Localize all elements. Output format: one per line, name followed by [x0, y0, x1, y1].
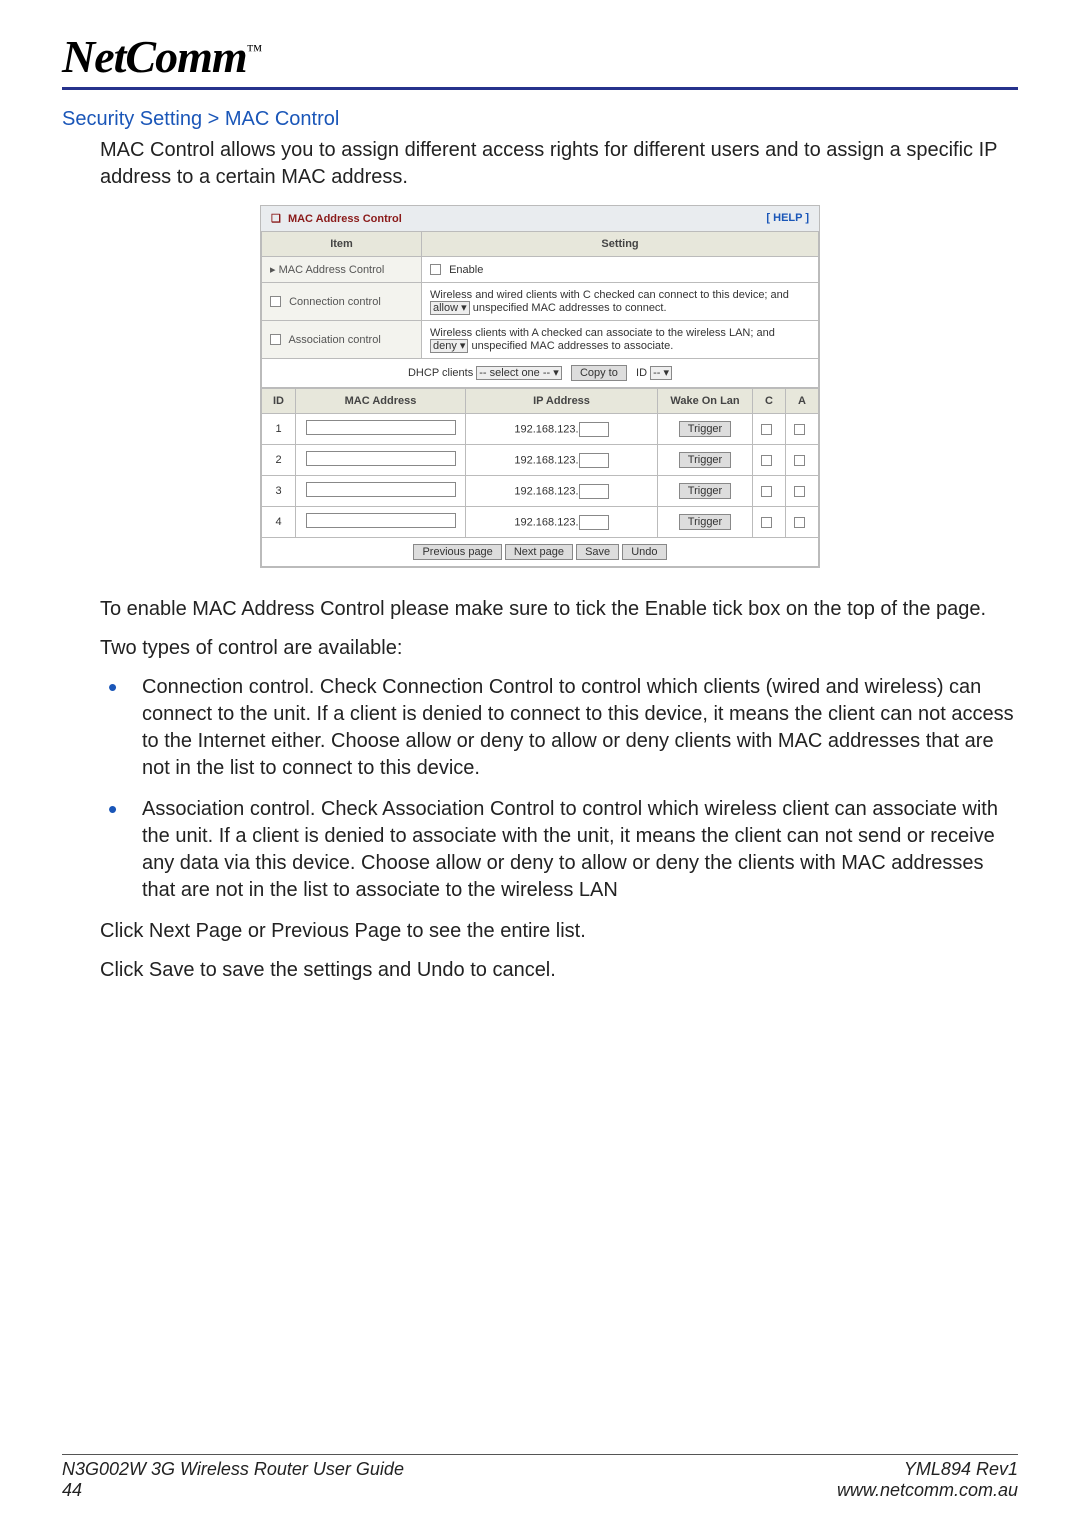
dhcp-clients-row: DHCP clients -- select one -- ▾ Copy to … — [262, 359, 819, 388]
save-button[interactable]: Save — [576, 544, 619, 560]
th-c: C — [753, 389, 786, 414]
row-association-control-setting: Wireless clients with A checked can asso… — [422, 321, 819, 359]
col-item-header: Item — [262, 232, 422, 257]
association-control-text: Association control — [288, 334, 380, 346]
trigger-button[interactable]: Trigger — [679, 421, 731, 437]
trademark-icon: ™ — [247, 43, 262, 60]
ip-prefix: 192.168.123. — [514, 454, 578, 466]
dhcp-id-select[interactable]: -- ▾ — [650, 366, 672, 380]
assoc-ctrl-line2: unspecified MAC addresses to associate. — [472, 340, 674, 352]
footer-page-number: 44 — [62, 1480, 82, 1501]
connection-control-checkbox[interactable] — [270, 296, 281, 307]
ip-prefix: 192.168.123. — [514, 516, 578, 528]
ip-input[interactable] — [579, 515, 609, 530]
ip-prefix: 192.168.123. — [514, 423, 578, 435]
footer-right-rev: YML894 Rev1 — [904, 1459, 1018, 1480]
association-control-checkbox[interactable] — [270, 334, 281, 345]
ip-prefix: 192.168.123. — [514, 485, 578, 497]
conn-ctrl-select[interactable]: allow ▾ — [430, 301, 470, 315]
c-checkbox[interactable] — [761, 424, 772, 435]
header-logo-row: NetComm™ — [62, 30, 1018, 90]
trigger-button[interactable]: Trigger — [679, 452, 731, 468]
row-association-control-label: Association control — [262, 321, 422, 359]
row-connection-control-label: Connection control — [262, 283, 422, 321]
conn-ctrl-line1: Wireless and wired clients with C checke… — [430, 289, 789, 301]
undo-button[interactable]: Undo — [622, 544, 666, 560]
mac-input[interactable] — [306, 420, 456, 435]
copy-to-button[interactable]: Copy to — [571, 365, 627, 381]
cell-id: 3 — [262, 476, 296, 507]
para-nextprev: Click Next Page or Previous Page to see … — [100, 918, 1018, 945]
mac-input[interactable] — [306, 482, 456, 497]
para-types: Two types of control are available: — [100, 635, 1018, 662]
dhcp-label: DHCP clients — [408, 367, 473, 379]
th-id: ID — [262, 389, 296, 414]
intro-paragraph: MAC Control allows you to assign differe… — [100, 137, 1018, 191]
cell-id: 4 — [262, 507, 296, 538]
ip-input[interactable] — [579, 484, 609, 499]
c-checkbox[interactable] — [761, 486, 772, 497]
page-footer: N3G002W 3G Wireless Router User Guide YM… — [62, 1454, 1018, 1501]
connection-control-text: Connection control — [289, 296, 381, 308]
enable-label: Enable — [449, 264, 483, 276]
table-row: 2 192.168.123. Trigger — [262, 445, 819, 476]
mac-control-panel: ❏ MAC Address Control [ HELP ] Item Sett… — [260, 205, 820, 568]
panel-title-bar: ❏ MAC Address Control [ HELP ] — [261, 206, 819, 231]
table-row: 4 192.168.123. Trigger — [262, 507, 819, 538]
dhcp-select[interactable]: -- select one -- ▾ — [476, 366, 562, 380]
th-mac: MAC Address — [296, 389, 466, 414]
bullet-list: Connection control. Check Connection Con… — [100, 674, 1018, 904]
bullet-connection: Connection control. Check Connection Con… — [100, 674, 1018, 782]
th-a: A — [786, 389, 819, 414]
trigger-button[interactable]: Trigger — [679, 514, 731, 530]
brand-logo: NetComm™ — [62, 31, 261, 82]
footer-url: www.netcomm.com.au — [837, 1480, 1018, 1501]
bullet-association: Association control. Check Association C… — [100, 796, 1018, 904]
row-connection-control-setting: Wireless and wired clients with C checke… — [422, 283, 819, 321]
cell-id: 2 — [262, 445, 296, 476]
panel-bullet-icon: ❏ — [271, 213, 281, 225]
table-row: 3 192.168.123. Trigger — [262, 476, 819, 507]
para-enable: To enable MAC Address Control please mak… — [100, 596, 1018, 623]
trigger-button[interactable]: Trigger — [679, 483, 731, 499]
panel-title-text: MAC Address Control — [288, 213, 402, 225]
row-mac-control-setting: Enable — [422, 257, 819, 283]
breadcrumb: Security Setting > MAC Control — [62, 108, 1018, 131]
a-checkbox[interactable] — [794, 486, 805, 497]
c-checkbox[interactable] — [761, 455, 772, 466]
para-save: Click Save to save the settings and Undo… — [100, 957, 1018, 984]
conn-ctrl-line2: unspecified MAC addresses to connect. — [473, 302, 667, 314]
cell-id: 1 — [262, 414, 296, 445]
th-wol: Wake On Lan — [658, 389, 753, 414]
c-checkbox[interactable] — [761, 517, 772, 528]
footer-left-title: N3G002W 3G Wireless Router User Guide — [62, 1459, 404, 1480]
table-row: 1 192.168.123. Trigger — [262, 414, 819, 445]
a-checkbox[interactable] — [794, 517, 805, 528]
brand-logo-text: NetComm — [62, 31, 247, 82]
ip-input[interactable] — [579, 422, 609, 437]
a-checkbox[interactable] — [794, 424, 805, 435]
previous-page-button[interactable]: Previous page — [413, 544, 501, 560]
mac-input[interactable] — [306, 451, 456, 466]
next-page-button[interactable]: Next page — [505, 544, 573, 560]
mac-input[interactable] — [306, 513, 456, 528]
a-checkbox[interactable] — [794, 455, 805, 466]
enable-checkbox[interactable] — [430, 264, 441, 275]
dhcp-id-label: ID — [636, 367, 647, 379]
ip-input[interactable] — [579, 453, 609, 468]
col-setting-header: Setting — [422, 232, 819, 257]
row-mac-control-label: ▸ MAC Address Control — [262, 257, 422, 283]
assoc-ctrl-select[interactable]: deny ▾ — [430, 339, 468, 353]
help-link[interactable]: [ HELP ] — [766, 212, 809, 224]
th-ip: IP Address — [466, 389, 658, 414]
panel-button-row: Previous page Next page Save Undo — [262, 538, 819, 567]
assoc-ctrl-line1: Wireless clients with A checked can asso… — [430, 327, 775, 339]
